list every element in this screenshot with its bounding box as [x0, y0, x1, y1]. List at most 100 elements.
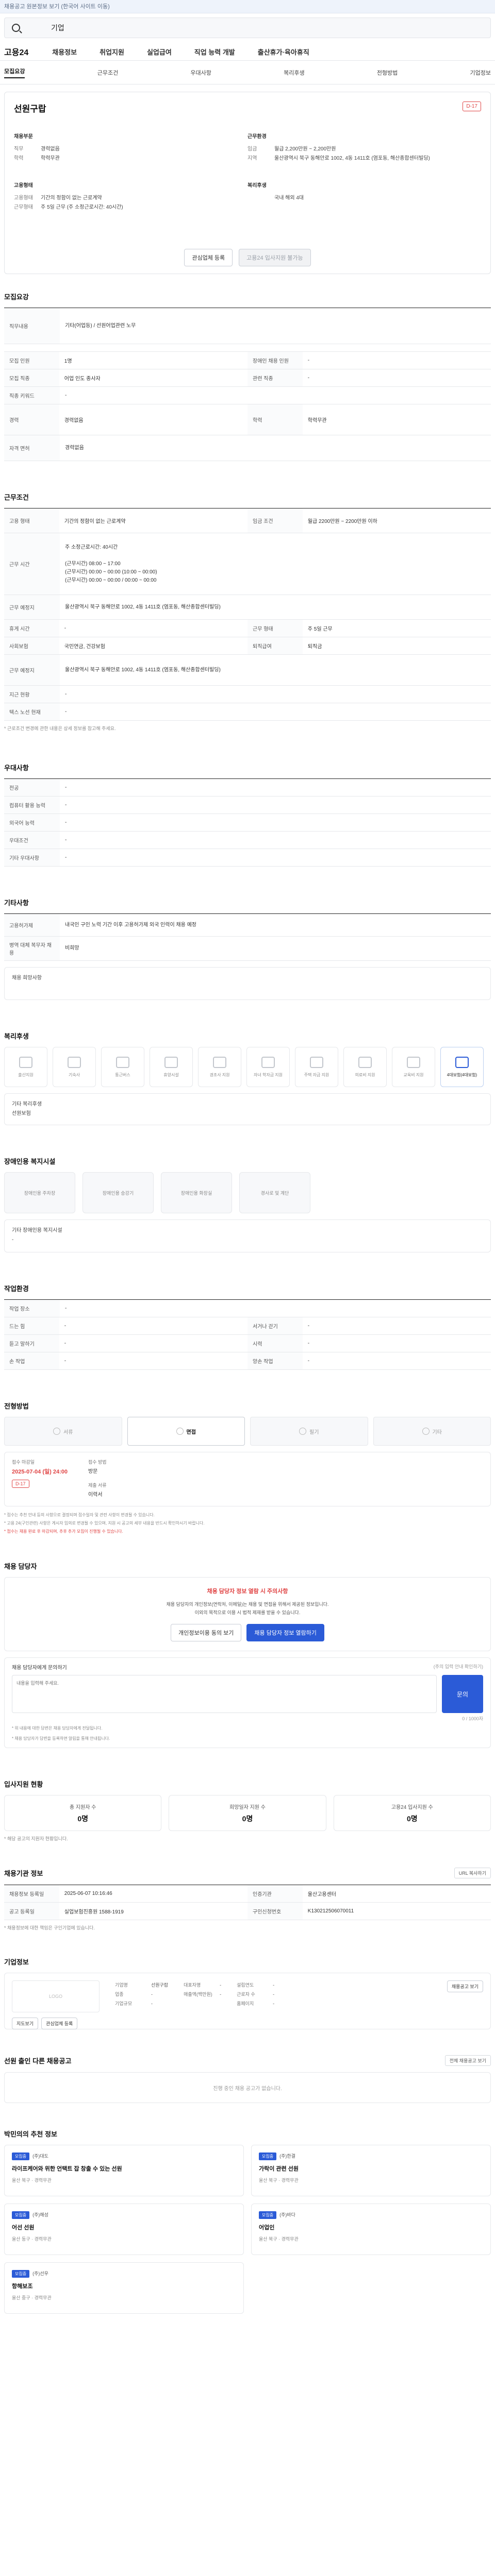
applicant-value: 0명	[77, 1814, 88, 1823]
disability-item: 장애인용 주차장	[4, 1172, 75, 1213]
welfare-label: 4대보험(4대보험)	[447, 1072, 477, 1077]
recommend-section: 박민의의 추천 정보 모집중 (주)대도 라이프케어와 위한 언택트 잡 창출 수…	[0, 2129, 495, 2314]
gnb-item-training[interactable]: 직업 능력 개발	[194, 47, 235, 57]
dday-badge: D-17	[463, 101, 481, 111]
tab-work[interactable]: 근무조건	[97, 69, 118, 77]
table-row: 휴게 시간 - 근무 형태 주 5일 근무	[4, 620, 491, 637]
consent-button[interactable]: 개인정보이용 동의 보기	[171, 1624, 242, 1641]
work-time-text: (근무시간) 08:00 ~ 17:00 (근무시간) 00:00 ~ 00:0…	[65, 561, 157, 583]
tab-process[interactable]: 전형방법	[377, 69, 398, 77]
docs-label: 제출 서류	[88, 1483, 107, 1488]
welfare-section: 복리후생 출산지원 기숙사 통근버스 휴양시설 경조사 지원 자녀 학자금 지원…	[0, 1031, 495, 1125]
welfare-summary: 복리후생 국내 해외 4대	[248, 181, 481, 212]
recommend-card[interactable]: 모집중 (주)한결 가락이 관련 선원 울산 북구 · 경력무관	[251, 2145, 491, 2196]
row-value: 2025-06-07 10:16:46	[64, 1891, 112, 1896]
copy-url-button[interactable]: URL 복사하기	[454, 1868, 491, 1878]
tab-preference[interactable]: 우대사항	[190, 69, 211, 77]
inquiry-submit-button[interactable]: 문의	[442, 1675, 483, 1713]
welfare-etc-value: 선원보험	[12, 1111, 31, 1116]
map-button[interactable]: 지도보기	[12, 2018, 39, 2029]
gnb-item-unemployment[interactable]: 실업급여	[147, 47, 172, 57]
summary-row: 국내 해외 4대	[248, 194, 481, 203]
work-table: 고용 형태 기간의 정함이 없는 근로계약 임금 조건 월급 2200만원 ~ 22…	[4, 508, 491, 721]
row-key: 장애인 채용 인원	[248, 352, 303, 369]
row-value: K130212506070011	[307, 1908, 354, 1914]
row-value: 울산고용센터	[307, 1892, 336, 1897]
tab-welfare[interactable]: 복리후생	[284, 69, 304, 77]
gnb-item-jobs[interactable]: 채용정보	[52, 47, 77, 57]
interest-button[interactable]: 관심업체 등록	[184, 249, 233, 266]
applicant-card: 희망일자 지원 수 0명	[169, 1795, 326, 1831]
welfare-item: 주택 자금 지원	[295, 1047, 338, 1087]
recommend-meta: 울산 동구 · 경력무관	[12, 2236, 52, 2242]
recommend-card[interactable]: 모집중 (주)바다 어업인 울산 북구 · 경력무관	[251, 2204, 491, 2255]
info-table: 채용정보 등록일 2025-06-07 10:16:46 인증기관 울산고용센터 공고…	[4, 1885, 491, 1920]
search-box[interactable]	[4, 18, 491, 38]
recommend-badge: 모집중	[259, 2153, 277, 2160]
disability-etc-label: 기타 장애인용 복지시설	[12, 1228, 62, 1233]
env-title: 작업환경	[4, 1285, 29, 1293]
search-input[interactable]	[51, 24, 360, 32]
method-col: 접수 방법 방문 제출 서류 이력서	[88, 1459, 107, 1500]
search-icon[interactable]	[12, 24, 20, 32]
notice-bar[interactable]: 채용공고 원본정보 보기 (한국어 사이트 이동)	[0, 0, 495, 13]
section-tabs: 모집요강 근무조건 우대사항 복리후생 전형방법 기업정보	[0, 61, 495, 84]
row-key: 근무 예정지	[4, 595, 60, 619]
env-section: 작업환경 작업 장소 - 드는 힘 - 서거나 걷기 - 듣고 말하기 - 시력 - 손 작업…	[0, 1283, 495, 1370]
summary-key: 근무형태	[14, 205, 33, 210]
etc-table: 고용허가제 내국인 구인 노력 기간 이후 고용허가제 외국 인력이 채용 예정 …	[4, 913, 491, 961]
contact-section: 채용 담당자 채용 담당자 정보 열람 시 주의사항 채용 담당자의 개인정보(…	[0, 1561, 495, 1748]
tab-company[interactable]: 기업정보	[470, 69, 491, 77]
row-value: 비희망	[65, 945, 79, 951]
recruit-detail-table: 모집 인원 1명 장애인 채용 인원 - 모집 직종 어업 인도 종사자 관련 직종 -…	[4, 351, 491, 461]
summary-row: 고용형태 기간의 정함이 없는 근로계약	[14, 194, 248, 203]
process-step: 서류	[4, 1417, 122, 1446]
inquiry-count: 0 / 1000자	[462, 1716, 483, 1721]
employment-summary-title: 고용형태	[14, 183, 33, 189]
row-value: 경력없음	[65, 445, 84, 451]
contact-actions: 개인정보이용 동의 보기 채용 담당자 정보 열람하기	[14, 1624, 481, 1641]
company2-actions: 지도보기 관심업체 등록	[12, 2018, 100, 2029]
welfare-icon	[455, 1056, 469, 1068]
company-interest-button[interactable]: 관심업체 등록	[41, 2018, 78, 2029]
all-jobs-link[interactable]: 전체 채용공고 보기	[444, 2055, 491, 2066]
row-key: 자격 면허	[4, 435, 60, 461]
apply-button[interactable]: 고용24 입사지원 불가능	[239, 249, 311, 266]
welfare-item: 출산지원	[4, 1047, 47, 1087]
recommend-card[interactable]: 모집중 (주)선우 항해보조 울산 중구 · 경력무관	[4, 2262, 244, 2314]
other-title: 선원 출인 다른 채용공고	[4, 2057, 72, 2065]
company-logo: LOGO	[12, 1980, 100, 2012]
inquiry-note: * 위 내용에 대한 답변은 채용 담당자에게 전달됩니다.	[12, 1726, 103, 1731]
table-row: 지근 현황 -	[4, 686, 491, 703]
process-steps: 서류 면접 필기 기타	[4, 1417, 491, 1446]
inquiry-guide-link[interactable]: (주의 입력 안내 확인하기)	[434, 1663, 483, 1671]
table-row: 직종 키워드 -	[4, 387, 491, 404]
company2-value: -	[220, 1992, 222, 1997]
row-value: -	[307, 1323, 310, 1329]
gnb-item-leave[interactable]: 출산휴가·육아휴직	[258, 47, 309, 57]
recommend-card[interactable]: 모집중 (주)해성 어선 선원 울산 동구 · 경력무관	[4, 2204, 244, 2255]
tab-recruit[interactable]: 모집요강	[4, 67, 25, 78]
company2-row: 기업명 선원구랍	[115, 1980, 168, 1990]
recommend-meta: 울산 북구 · 경력무관	[259, 2178, 299, 2183]
company-jobs-button[interactable]: 채용공고 보기	[447, 1980, 483, 1992]
recommend-title: 박민의의 추천 정보	[4, 2130, 57, 2138]
page: 채용공고 원본정보 보기 (한국어 사이트 이동) 고용24 채용정보 취업지원…	[0, 0, 495, 2334]
row-value: -	[65, 691, 67, 697]
row-key: 직무내용	[4, 308, 60, 344]
row-value: 기타(어업등) / 선원어업관련 노무	[65, 323, 136, 329]
inquiry-textarea[interactable]	[12, 1675, 437, 1713]
deadline-label: 접수 마감일	[12, 1460, 35, 1465]
company-info-top: 채용부문 직무 경력없음 학력 학력무관 근무환경 임금 월급 2,200만원 ~ 2…	[14, 132, 481, 163]
table-row: 모집 직종 어업 인도 종사자 관련 직종 -	[4, 369, 491, 387]
gnb-item-support[interactable]: 취업지원	[100, 47, 124, 57]
row-value: 울산광역시 북구 동해안로 1002, 4동 1411호 (염포동, 해산종합센…	[65, 604, 221, 610]
recommend-card[interactable]: 모집중 (주)대도 라이프케어와 위한 언택트 잡 창출 수 있는 선원 울산 북…	[4, 2145, 244, 2196]
table-row: 외국어 능력 -	[4, 814, 491, 832]
logo[interactable]: 고용24	[4, 45, 28, 58]
row-value: 실업보험진흥원 1588-1919	[64, 1909, 124, 1915]
view-contact-button[interactable]: 채용 담당자 정보 열람하기	[246, 1624, 324, 1641]
welfare-icon	[358, 1056, 372, 1068]
row-value: 내국인 구인 노력 기간 이후 고용허가제 외국 인력이 채용 예정	[65, 922, 197, 928]
recruit-section: 모집요강 직무내용 기타(어업등) / 선원어업관련 노무 모집 인원 1명 장애…	[0, 292, 495, 461]
